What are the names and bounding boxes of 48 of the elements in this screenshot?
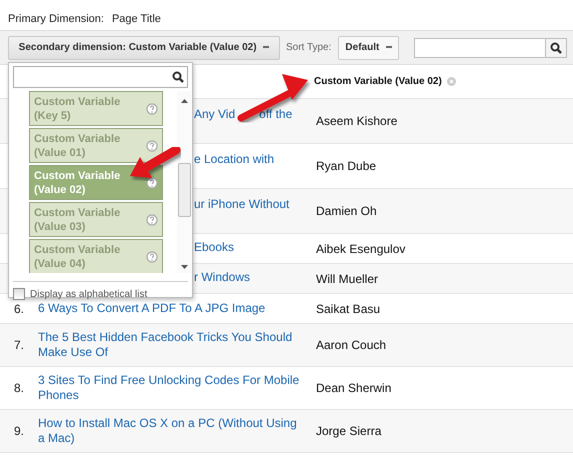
primary-dimension-value: Page Title <box>112 13 161 25</box>
table-cell: Dean Sherwin <box>316 381 392 395</box>
page-title-link[interactable]: e Location with <box>194 152 274 167</box>
table-cell: Damien Oh <box>316 204 377 218</box>
page-title-link[interactable]: 3 Sites To Find Free Unlocking Codes For Mobile Phones <box>38 373 302 403</box>
table-cell: Ryan Dube <box>316 159 376 173</box>
help-icon[interactable] <box>146 140 158 152</box>
page-title-link[interactable]: Ebooks <box>194 240 234 255</box>
help-icon[interactable] <box>146 176 158 188</box>
sort-type-label: Sort Type: <box>286 42 332 53</box>
remove-icon[interactable] <box>446 77 456 86</box>
search-icon <box>172 71 184 83</box>
column-header: Custom Variable (Value 02) <box>314 76 442 87</box>
checkbox-label: Display as alphabetical list <box>30 288 148 300</box>
scrollbar[interactable] <box>177 91 191 273</box>
dropdown-search-field[interactable] <box>13 66 188 88</box>
help-icon[interactable] <box>146 102 158 114</box>
table-cell: Aibek Esengulov <box>316 242 406 256</box>
table-cell: Aseem Kishore <box>316 114 398 128</box>
row-number: 7. <box>13 338 26 352</box>
page-title-link[interactable]: off the <box>259 107 292 122</box>
help-icon[interactable] <box>146 250 158 262</box>
search-icon <box>550 42 562 54</box>
page-title-link[interactable]: Any Vid <box>194 107 236 122</box>
page-title-link[interactable]: How to Install Mac OS X on a PC (Without Using a Mac) <box>38 416 302 446</box>
search-button[interactable] <box>546 38 567 58</box>
table-cell: Jorge Sierra <box>316 424 382 438</box>
secondary-dimension-button[interactable]: Secondary dimension: Custom Variable (Value 02) <box>8 36 280 60</box>
page-title-link[interactable]: The 5 Best Hidden Facebook Tricks You Should Make Use Of <box>38 330 302 360</box>
table-cell: Aaron Couch <box>316 338 386 352</box>
scroll-up-icon[interactable] <box>180 99 188 103</box>
page-title-link[interactable]: r Windows <box>194 270 250 285</box>
sort-type-dropdown[interactable]: Default <box>338 36 400 60</box>
table-cell: Saikat Basu <box>316 302 380 316</box>
scroll-down-icon[interactable] <box>180 265 188 269</box>
row-number: 8. <box>13 381 26 395</box>
row-number: 6. <box>13 302 26 316</box>
primary-dimension-label: Primary Dimension: <box>8 13 104 25</box>
scroll-thumb[interactable] <box>178 163 190 217</box>
table-cell: Will Mueller <box>316 272 378 286</box>
checkbox[interactable] <box>13 288 25 300</box>
search-field[interactable] <box>414 38 546 58</box>
arrow <box>238 74 308 122</box>
page-title-link[interactable]: 6 Ways To Convert A PDF To A JPG Image <box>38 301 266 316</box>
arrow <box>130 146 180 178</box>
help-icon[interactable] <box>146 214 158 226</box>
page-title-link[interactable]: ur iPhone Without <box>194 197 290 212</box>
row-number: 9. <box>13 424 26 438</box>
